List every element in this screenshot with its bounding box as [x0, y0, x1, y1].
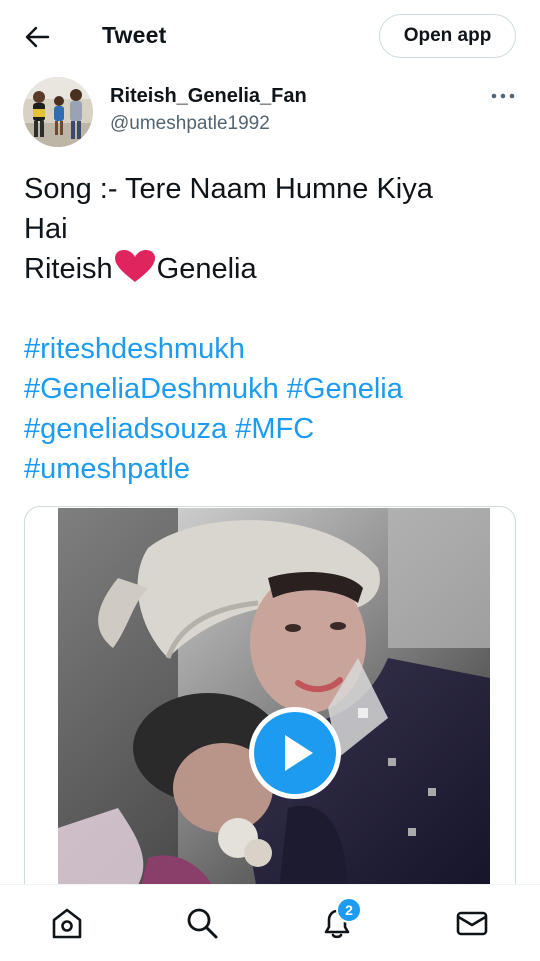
- hashtag-link[interactable]: #GeneliaDeshmukh: [24, 373, 279, 405]
- video-thumbnail[interactable]: [58, 508, 490, 898]
- tweet-line-1: Song :- Tere Naam Humne Kiya: [24, 173, 433, 205]
- tweet-line-2: Hai: [24, 213, 68, 245]
- play-icon: [249, 707, 341, 799]
- author-handle[interactable]: @umeshpatle1992: [110, 113, 270, 135]
- hashtags: #riteshdeshmukh #GeneliaDeshmukh #Geneli…: [24, 329, 519, 489]
- tweet-line-3: Riteish Genelia: [24, 249, 519, 294]
- search-icon: [187, 908, 218, 939]
- more-horizontal-icon: [491, 93, 515, 99]
- author-display-name[interactable]: Riteish_Genelia_Fan: [110, 85, 307, 108]
- avatar[interactable]: [23, 77, 93, 147]
- page-title: Tweet: [102, 22, 167, 48]
- bottom-nav: [0, 884, 540, 961]
- open-app-button[interactable]: Open app: [379, 14, 516, 58]
- name-left: Riteish: [24, 253, 113, 285]
- notifications-badge: 2: [336, 897, 362, 923]
- nav-messages[interactable]: [452, 903, 492, 943]
- tweet-text: Song :- Tere Naam Humne Kiya Hai Riteish…: [24, 169, 519, 294]
- name-right: Genelia: [156, 253, 257, 285]
- hashtag-link[interactable]: #riteshdeshmukh: [24, 333, 245, 365]
- messages-icon: [456, 911, 488, 936]
- hashtag-link[interactable]: #MFC: [235, 413, 314, 445]
- nav-search[interactable]: [182, 903, 222, 943]
- hashtag-link[interactable]: #Genelia: [287, 373, 403, 405]
- home-icon: [52, 908, 82, 939]
- more-button[interactable]: [487, 84, 519, 108]
- heart-emoji-icon: [114, 249, 156, 294]
- hashtag-link[interactable]: #umeshpatle: [24, 453, 190, 485]
- nav-home[interactable]: [47, 903, 87, 943]
- play-button[interactable]: [247, 705, 343, 801]
- arrow-left-icon: [25, 26, 50, 48]
- top-bar: Tweet Open app: [0, 0, 540, 74]
- back-button[interactable]: [18, 22, 56, 52]
- hashtag-link[interactable]: #geneliadsouza: [24, 413, 227, 445]
- media-card[interactable]: [24, 506, 516, 926]
